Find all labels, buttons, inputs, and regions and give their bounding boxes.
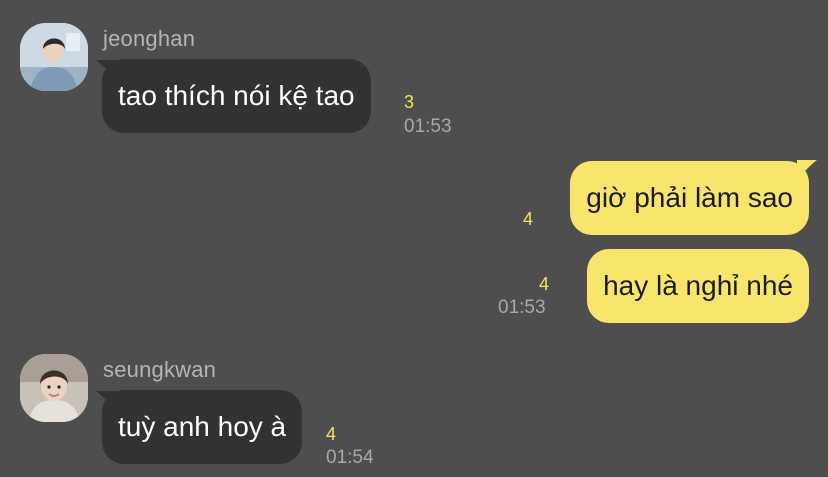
unread-count: 4 (523, 209, 534, 229)
unread-count: 4 (326, 424, 337, 444)
message-time: 01:53 (498, 297, 546, 318)
unread-count: 4 (539, 274, 550, 294)
unread-count: 3 (404, 92, 415, 112)
message-bubble[interactable]: tuỳ anh hoy à (102, 390, 303, 464)
message-time: 01:53 (404, 116, 452, 137)
message-bubble[interactable]: hay là nghỉ nhé (587, 249, 809, 323)
message-bubble[interactable]: giờ phải làm sao (570, 161, 809, 235)
avatar-seungkwan[interactable] (20, 354, 88, 422)
avatar-jeonghan[interactable] (20, 23, 88, 91)
message-bubble[interactable]: tao thích nói kệ tao (102, 59, 371, 133)
chat-window: jeonghan tao thích nói kệ tao 3 01:53 gi… (0, 0, 828, 477)
sender-name: seungkwan (103, 357, 217, 382)
message-time: 01:54 (326, 447, 374, 468)
sender-name: jeonghan (103, 26, 196, 51)
